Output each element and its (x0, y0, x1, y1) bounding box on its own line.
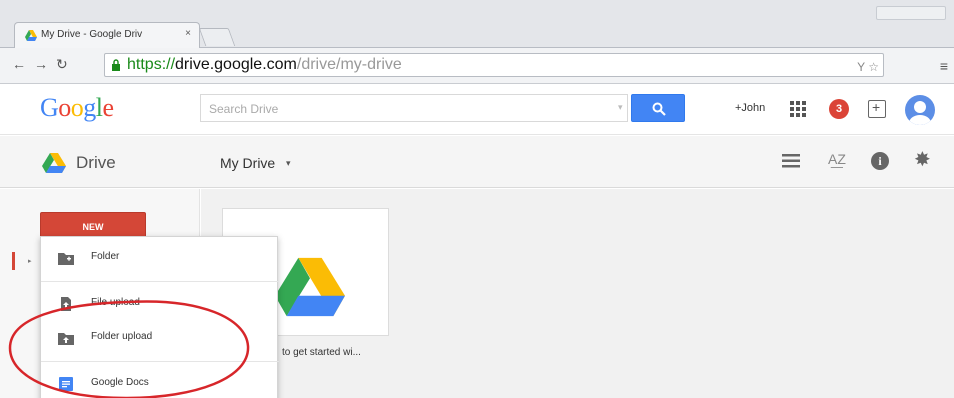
logo-letter: l (95, 93, 103, 122)
google-logo[interactable]: Google (40, 93, 114, 123)
url-host: drive.google.com (175, 56, 297, 73)
address-bar[interactable]: https://drive.google.com/drive/my-drive … (104, 53, 884, 77)
back-icon[interactable]: ← (12, 56, 26, 72)
sort-icon[interactable]: A͟Z (828, 151, 846, 167)
location-dropdown[interactable]: My Drive (220, 155, 275, 171)
url-text: https://drive.google.com/drive/my-drive (127, 56, 402, 74)
reload-icon[interactable]: ↻ (56, 56, 68, 73)
list-view-icon[interactable] (782, 154, 800, 168)
sidebar-active-marker (12, 252, 15, 270)
folder-upload-icon (58, 333, 74, 345)
menu-item-label: Google Docs (91, 377, 149, 388)
menu-item-folder[interactable]: Folder (41, 239, 279, 277)
menu-item-folder-upload[interactable]: Folder upload (41, 319, 279, 357)
logo-letter: e (102, 93, 115, 122)
app-title: Drive (76, 153, 116, 172)
search-input[interactable]: Search Drive (200, 94, 628, 122)
share-icon[interactable] (868, 99, 886, 118)
tab-title: My Drive - Google Driv (41, 29, 143, 40)
screen: My Drive - Google Driv × ← → ↻ https://d… (0, 0, 954, 398)
search-icon (652, 102, 666, 116)
url-path: /drive/my-drive (296, 56, 402, 73)
logo-letter: o (70, 93, 84, 122)
expand-arrow-icon[interactable]: ▸ (28, 257, 32, 265)
menu-item-label: Folder upload (91, 331, 153, 342)
gear-icon[interactable]: ✸ (914, 150, 931, 170)
tab-close-icon[interactable]: × (185, 28, 191, 39)
browser-toolbar: ← → ↻ https://drive.google.com/drive/my-… (0, 48, 954, 84)
file-card-caption[interactable]: to get started wi... (282, 347, 361, 358)
new-tab-button[interactable] (198, 28, 236, 46)
avatar[interactable] (905, 95, 935, 125)
chevron-down-icon[interactable]: ▾ (286, 158, 291, 169)
logo-letter: o (58, 93, 71, 122)
browser-tab-strip: My Drive - Google Driv × (0, 0, 954, 48)
menu-item-google-docs[interactable]: Google Docs (41, 365, 279, 398)
drive-logo-icon (275, 257, 345, 317)
info-icon[interactable]: i (871, 152, 889, 170)
menu-item-label: File upload (91, 297, 140, 308)
drive-subheader: Drive My Drive ▾ A͟Z i ✸ (0, 136, 954, 188)
google-header: Google Search Drive ▾ +John 3 (0, 85, 954, 135)
menu-item-label: Folder (91, 251, 120, 262)
forward-icon[interactable]: → (34, 56, 48, 72)
notification-badge[interactable]: 3 (829, 99, 849, 119)
drive-favicon-icon (25, 30, 37, 41)
lock-icon (112, 59, 120, 71)
menu-divider (41, 361, 279, 362)
bookmark-star-icon[interactable]: Y ☆ (857, 60, 879, 74)
browser-tab[interactable]: My Drive - Google Driv × (14, 22, 200, 48)
menu-divider (41, 281, 279, 282)
avatar-person-icon (909, 101, 931, 125)
menu-item-file-upload[interactable]: File upload (41, 285, 279, 323)
search-button[interactable] (631, 94, 685, 122)
search-options-icon[interactable]: ▾ (618, 102, 623, 113)
drive-logo-icon (42, 153, 66, 173)
logo-letter: g (83, 93, 96, 122)
google-docs-icon (59, 377, 73, 391)
new-menu: Folder File upload Folder upload Google … (40, 236, 279, 398)
logo-letter: G (40, 93, 59, 122)
folder-icon (58, 253, 74, 265)
file-upload-icon (61, 297, 71, 311)
window-controls[interactable] (876, 6, 946, 20)
url-scheme: https:// (127, 56, 176, 73)
browser-menu-icon[interactable]: ≡ (940, 58, 948, 74)
apps-grid-icon[interactable] (789, 100, 807, 118)
user-profile-link[interactable]: +John (735, 102, 765, 114)
